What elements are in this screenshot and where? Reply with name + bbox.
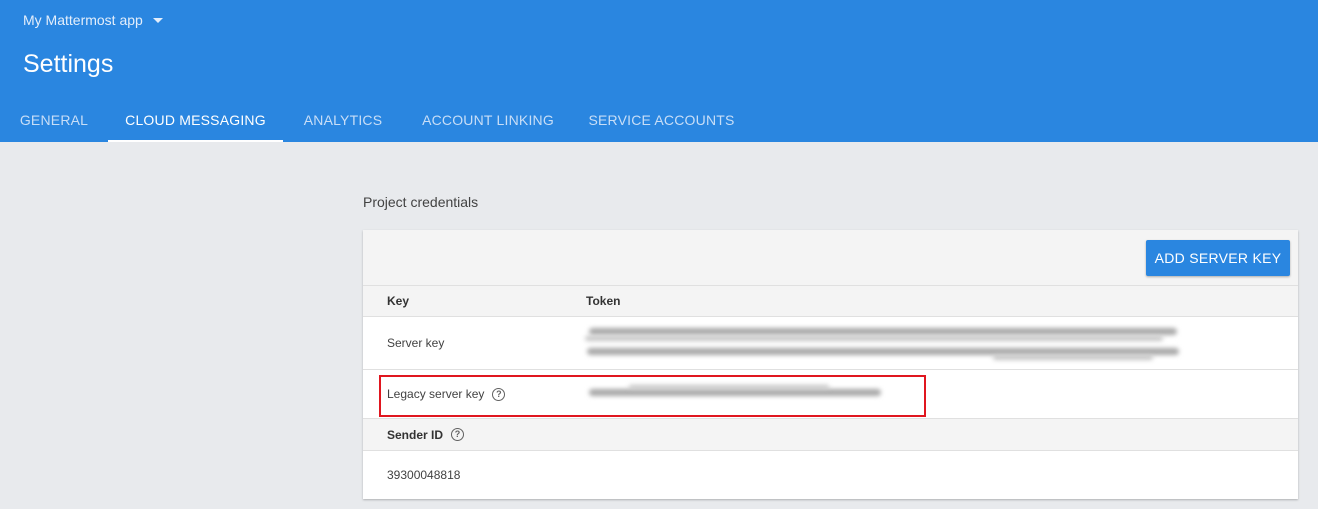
settings-tabs: GENERAL CLOUD MESSAGING ANALYTICS ACCOUN…: [0, 98, 750, 142]
dropdown-arrow-icon: [152, 17, 163, 23]
legacy-server-key-label: Legacy server key: [387, 387, 485, 401]
sender-id-label-wrap: Sender ID ?: [387, 419, 465, 450]
help-circle-icon[interactable]: ?: [492, 387, 506, 401]
legacy-server-key-label-wrap: Legacy server key ?: [387, 370, 506, 418]
sender-id-header-row: Sender ID ?: [363, 419, 1298, 451]
project-name: My Mattermost app: [23, 12, 143, 28]
tab-account-linking[interactable]: ACCOUNT LINKING: [403, 98, 573, 142]
tab-general[interactable]: GENERAL: [0, 98, 108, 142]
column-header-key: Key: [387, 294, 410, 308]
help-circle-icon[interactable]: ?: [451, 428, 465, 441]
sender-id-row: 39300048818: [363, 451, 1298, 499]
add-server-key-button[interactable]: ADD SERVER KEY: [1146, 240, 1290, 276]
credentials-toolbar: ADD SERVER KEY: [363, 230, 1298, 286]
credentials-card: ADD SERVER KEY Key Token Server key Lega…: [363, 230, 1298, 499]
sender-id-label: Sender ID: [387, 427, 444, 442]
tab-cloud-messaging[interactable]: CLOUD MESSAGING: [108, 98, 283, 142]
sender-id-value[interactable]: 39300048818: [387, 451, 460, 499]
legacy-server-key-token-redacted[interactable]: [589, 384, 885, 404]
table-header-row: Key Token: [363, 286, 1298, 317]
tab-analytics[interactable]: ANALYTICS: [283, 98, 403, 142]
column-header-token: Token: [586, 294, 621, 308]
section-title: Project credentials: [363, 194, 479, 210]
table-row: Server key: [363, 317, 1298, 370]
tab-service-accounts[interactable]: SERVICE ACCOUNTS: [573, 98, 750, 142]
server-key-label: Server key: [387, 336, 445, 350]
project-selector[interactable]: My Mattermost app: [23, 11, 163, 29]
table-row: Legacy server key ?: [363, 370, 1298, 419]
page-title: Settings: [23, 50, 114, 78]
server-key-token-redacted[interactable]: [585, 325, 1183, 363]
top-app-bar: My Mattermost app Settings GENERAL CLOUD…: [0, 0, 1318, 142]
